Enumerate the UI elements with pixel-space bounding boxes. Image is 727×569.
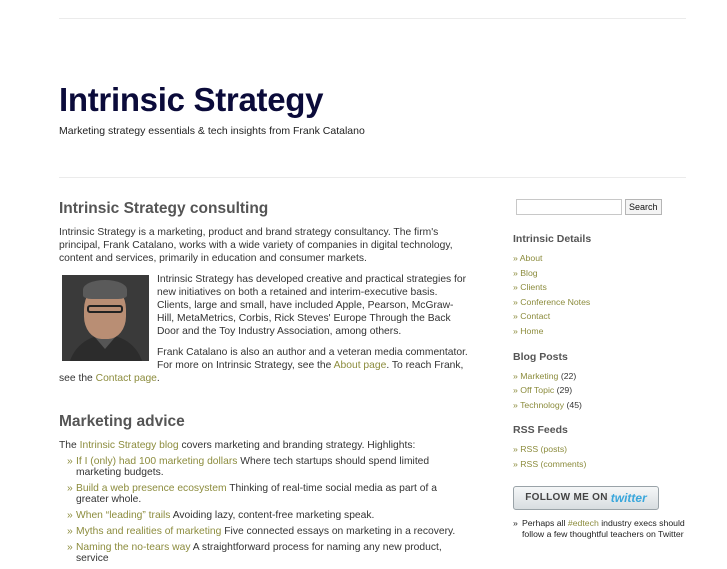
hashtag-link[interactable]: #edtech: [568, 518, 599, 528]
list-item: Myths and realities of marketing Five co…: [67, 526, 469, 537]
site-title[interactable]: Intrinsic Strategy: [59, 81, 323, 119]
advice-heading: Marketing advice: [59, 413, 185, 430]
category-count: (22): [560, 370, 577, 381]
category-count: (29): [556, 385, 573, 396]
highlight-link[interactable]: Build a web presence ecosystem: [76, 483, 227, 494]
category-label[interactable]: Technology: [520, 400, 564, 410]
text: Five connected essays on marketing in a …: [221, 526, 456, 537]
consulting-intro: Intrinsic Strategy is a marketing, produ…: [59, 227, 453, 264]
latest-tweet: Perhaps all #edtech industry execs shoul…: [513, 518, 688, 540]
sidebar-item-home[interactable]: Home: [513, 324, 688, 339]
sidebar-item-about[interactable]: About: [513, 251, 688, 266]
text: The: [59, 440, 80, 451]
highlight-link[interactable]: Naming the no-tears way: [76, 542, 190, 553]
category-label[interactable]: Marketing: [520, 371, 558, 381]
details-list: About Blog Clients Conference Notes Cont…: [513, 251, 688, 339]
follow-label: FOLLOW ME ON: [525, 492, 608, 504]
highlights-list: If I (only) had 100 marketing dollars Wh…: [59, 456, 469, 564]
list-item: Naming the no-tears way A straightforwar…: [67, 542, 469, 564]
text: .: [156, 373, 160, 384]
consulting-heading: Intrinsic Strategy consulting: [59, 200, 269, 217]
category-item[interactable]: Marketing (22): [513, 369, 688, 384]
sidebar-item-clients[interactable]: Clients: [513, 280, 688, 295]
rss-list: RSS (posts) RSS (comments): [513, 442, 688, 471]
blog-posts-list: Marketing (22) Off Topic (29) Technology…: [513, 369, 688, 413]
advice-intro: The Intrinsic Strategy blog covers marke…: [59, 439, 469, 452]
rss-feeds-title: RSS Feeds: [513, 424, 568, 437]
text: Perhaps all: [522, 517, 568, 528]
site-tagline: Marketing strategy essentials & tech ins…: [59, 125, 365, 137]
blog-link[interactable]: Intrinsic Strategy blog: [80, 440, 179, 451]
portrait-photo: [62, 275, 149, 361]
follow-twitter-button[interactable]: FOLLOW ME ON twitter: [513, 485, 659, 510]
sidebar-item-blog[interactable]: Blog: [513, 266, 688, 281]
search-button[interactable]: Search: [625, 199, 662, 215]
list-item: Build a web presence ecosystem Thinking …: [67, 483, 469, 505]
text: covers marketing and branding strategy. …: [178, 440, 416, 451]
list-item: If I (only) had 100 marketing dollars Wh…: [67, 456, 469, 478]
search-input[interactable]: [516, 199, 622, 215]
twitter-logo: twitter: [610, 490, 647, 505]
highlight-link[interactable]: Myths and realities of marketing: [76, 526, 221, 537]
main-content: Intrinsic Strategy consulting Intrinsic …: [59, 200, 469, 569]
sidebar-item-contact[interactable]: Contact: [513, 309, 688, 324]
category-count: (45): [566, 399, 582, 410]
category-label[interactable]: Off Topic: [520, 385, 554, 395]
category-item[interactable]: Off Topic (29): [513, 383, 688, 398]
details-title: Intrinsic Details: [513, 233, 592, 245]
category-item[interactable]: Technology (45): [513, 398, 688, 413]
list-item: When “leading” trails Avoiding lazy, con…: [67, 510, 469, 521]
sidebar: Search Intrinsic Details About Blog Clie…: [513, 199, 688, 540]
sidebar-item-conference-notes[interactable]: Conference Notes: [513, 295, 688, 310]
blog-posts-title: Blog Posts: [513, 350, 568, 363]
header-divider: [59, 177, 686, 178]
highlight-link[interactable]: If I (only) had 100 marketing dollars: [76, 456, 237, 467]
contact-page-link[interactable]: Contact page: [96, 373, 157, 384]
about-page-link[interactable]: About page: [334, 360, 387, 371]
rss-posts-link[interactable]: RSS (posts): [513, 442, 688, 457]
search-form: Search: [516, 199, 688, 215]
top-divider: [59, 18, 686, 19]
text: Avoiding lazy, content-free marketing sp…: [170, 510, 375, 521]
rss-comments-link[interactable]: RSS (comments): [513, 457, 688, 472]
highlight-link[interactable]: When “leading” trails: [76, 510, 170, 521]
